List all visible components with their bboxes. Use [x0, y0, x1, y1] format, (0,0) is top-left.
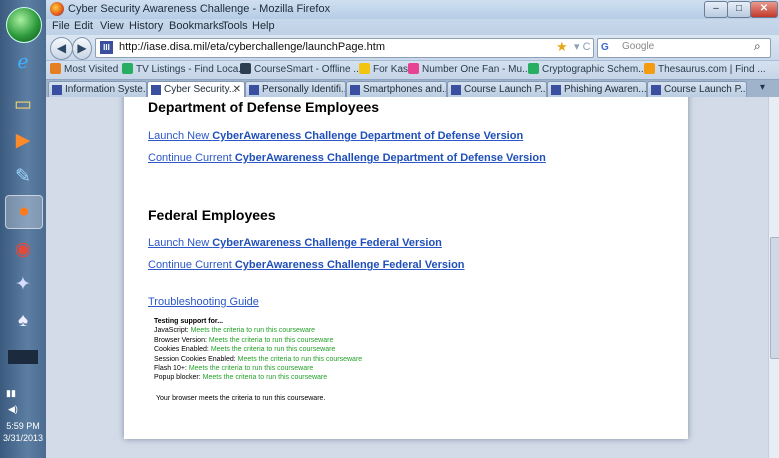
- firefox-icon[interactable]: ●: [5, 195, 43, 229]
- minimize-button[interactable]: –: [704, 1, 728, 18]
- start-button[interactable]: [6, 7, 42, 43]
- bookmark-item[interactable]: Cryptographic Schem...: [528, 63, 647, 75]
- volume-icon[interactable]: ◀): [8, 404, 18, 415]
- tab-list-icon[interactable]: ▾: [760, 82, 765, 93]
- app-icon[interactable]: ✎: [5, 160, 41, 192]
- search-input[interactable]: Google: [622, 41, 654, 52]
- network-icon[interactable]: ▮▮: [6, 388, 16, 399]
- title-bar[interactable]: Cyber Security Awareness Challenge - Moz…: [46, 0, 779, 19]
- tab[interactable]: Smartphones and...: [346, 81, 447, 98]
- bookmark-star-icon[interactable]: ★: [556, 39, 568, 55]
- tab[interactable]: Course Launch P...: [647, 81, 747, 98]
- vertical-scrollbar[interactable]: [768, 97, 779, 458]
- launch-federal-link[interactable]: Launch New CyberAwareness Challenge Fede…: [148, 237, 442, 249]
- bookmark-item[interactable]: TV Listings - Find Loca...: [122, 63, 247, 75]
- launch-dod-link[interactable]: Launch New CyberAwareness Challenge Depa…: [148, 130, 523, 142]
- scrollbar-thumb[interactable]: [770, 237, 779, 359]
- url-text[interactable]: http://iase.disa.mil/eta/cyberchallenge/…: [119, 41, 385, 53]
- reload-icon[interactable]: ▾ C: [574, 40, 591, 53]
- tab-favicon-icon: [350, 85, 360, 95]
- bookmark-item[interactable]: Most Visited: [50, 63, 118, 75]
- troubleshooting-guide-link[interactable]: Troubleshooting Guide: [148, 296, 259, 308]
- menu-bookmarks[interactable]: Bookmarks: [169, 20, 224, 32]
- pinned-app-icon[interactable]: ✦: [5, 268, 41, 300]
- bookmark-icon: [359, 63, 370, 74]
- tab[interactable]: Personally Identifi...: [245, 81, 346, 98]
- tab[interactable]: Information Syste...: [48, 81, 147, 98]
- menu-tools[interactable]: Tools: [222, 20, 248, 32]
- dod-heading: Department of Defense Employees: [148, 99, 380, 115]
- tab-favicon-icon: [651, 85, 661, 95]
- tab-active[interactable]: Cyber Security... ✕: [147, 81, 245, 98]
- tab-favicon-icon: [451, 85, 461, 95]
- bookmark-item[interactable]: CourseSmart - Offline ...: [240, 63, 362, 75]
- firefox-window: Cyber Security Awareness Challenge - Moz…: [46, 0, 779, 458]
- launch-panel: Department of Defense Employees Launch N…: [124, 97, 688, 439]
- menu-edit[interactable]: Edit: [74, 20, 93, 32]
- navigation-toolbar: ◀ ▶ III http://iase.disa.mil/eta/cyberch…: [46, 35, 779, 60]
- menu-bar: File Edit View History Bookmarks Tools H…: [46, 19, 779, 35]
- support-row: Popup blocker: Meets the criteria to run…: [154, 374, 328, 382]
- show-desktop-icon[interactable]: [8, 350, 38, 364]
- support-row: Flash 10+: Meets the criteria to run thi…: [154, 365, 314, 373]
- menu-file[interactable]: File: [52, 20, 70, 32]
- maximize-button[interactable]: □: [727, 1, 751, 18]
- browser-criteria-summary: Your browser meets the criteria to run t…: [156, 395, 326, 402]
- bookmark-icon: [644, 63, 655, 74]
- games-icon[interactable]: ♠: [5, 305, 41, 337]
- address-bar[interactable]: III http://iase.disa.mil/eta/cyberchalle…: [95, 38, 594, 58]
- window-title: Cyber Security Awareness Challenge - Moz…: [68, 3, 331, 15]
- tab-strip: Information Syste... Cyber Security... ✕ …: [46, 79, 779, 98]
- tab-close-icon[interactable]: ✕: [233, 82, 241, 97]
- bookmark-item[interactable]: Thesaurus.com | Find ...: [644, 63, 766, 75]
- forward-button[interactable]: ▶: [72, 37, 92, 60]
- bookmark-icon: [408, 63, 419, 74]
- bookmark-icon: [50, 63, 61, 74]
- support-title: Testing support for...: [154, 318, 224, 325]
- bookmarks-toolbar: Most Visited TV Listings - Find Loca... …: [46, 60, 779, 80]
- site-favicon-icon: III: [100, 41, 113, 54]
- menu-view[interactable]: View: [100, 20, 124, 32]
- tab[interactable]: Phishing Awaren...: [547, 81, 647, 98]
- tab-favicon-icon: [551, 85, 561, 95]
- support-row: Browser Version: Meets the criteria to r…: [154, 336, 334, 344]
- clock-time[interactable]: 5:59 PM: [0, 421, 46, 431]
- federal-heading: Federal Employees: [148, 207, 276, 223]
- page-content: Department of Defense Employees Launch N…: [46, 97, 768, 458]
- browser-support-check: Testing support for... JavaScript: Meets…: [154, 317, 362, 383]
- support-row: Cookies Enabled: Meets the criteria to r…: [154, 346, 336, 354]
- media-player-icon[interactable]: ▶: [5, 124, 41, 156]
- continue-dod-link[interactable]: Continue Current CyberAwareness Challeng…: [148, 152, 546, 164]
- chrome-icon[interactable]: ◉: [5, 233, 41, 265]
- continue-federal-link[interactable]: Continue Current CyberAwareness Challeng…: [148, 259, 465, 271]
- tab-favicon-icon: [151, 85, 161, 95]
- tab-favicon-icon: [52, 85, 62, 95]
- windows-taskbar: ℯ ▭ ▶ ✎ ● ◉ ✦ ♠ ▮▮ ◀) 5:59 PM 3/31/2013: [0, 0, 47, 458]
- search-box[interactable]: G Google ⌕: [597, 38, 771, 58]
- tab-favicon-icon: [249, 85, 259, 95]
- internet-explorer-icon[interactable]: ℯ: [5, 46, 41, 78]
- bookmark-icon: [240, 63, 251, 74]
- search-icon[interactable]: ⌕: [754, 39, 761, 54]
- tab[interactable]: Course Launch P...: [447, 81, 547, 98]
- support-row: Session Cookies Enabled: Meets the crite…: [154, 355, 363, 363]
- bookmark-icon: [528, 63, 539, 74]
- folder-icon[interactable]: ▭: [5, 88, 41, 120]
- clock-date[interactable]: 3/31/2013: [0, 433, 46, 443]
- menu-history[interactable]: History: [129, 20, 163, 32]
- close-button[interactable]: ✕: [750, 1, 778, 18]
- bookmark-item[interactable]: For Kas: [359, 63, 408, 75]
- bookmark-icon: [122, 63, 133, 74]
- back-button[interactable]: ◀: [50, 37, 73, 60]
- google-icon[interactable]: G: [601, 41, 614, 54]
- menu-help[interactable]: Help: [252, 20, 275, 32]
- support-row: JavaScript: Meets the criteria to run th…: [154, 327, 316, 335]
- firefox-logo-icon: [50, 2, 64, 16]
- bookmark-item[interactable]: Number One Fan - Mu...: [408, 63, 530, 75]
